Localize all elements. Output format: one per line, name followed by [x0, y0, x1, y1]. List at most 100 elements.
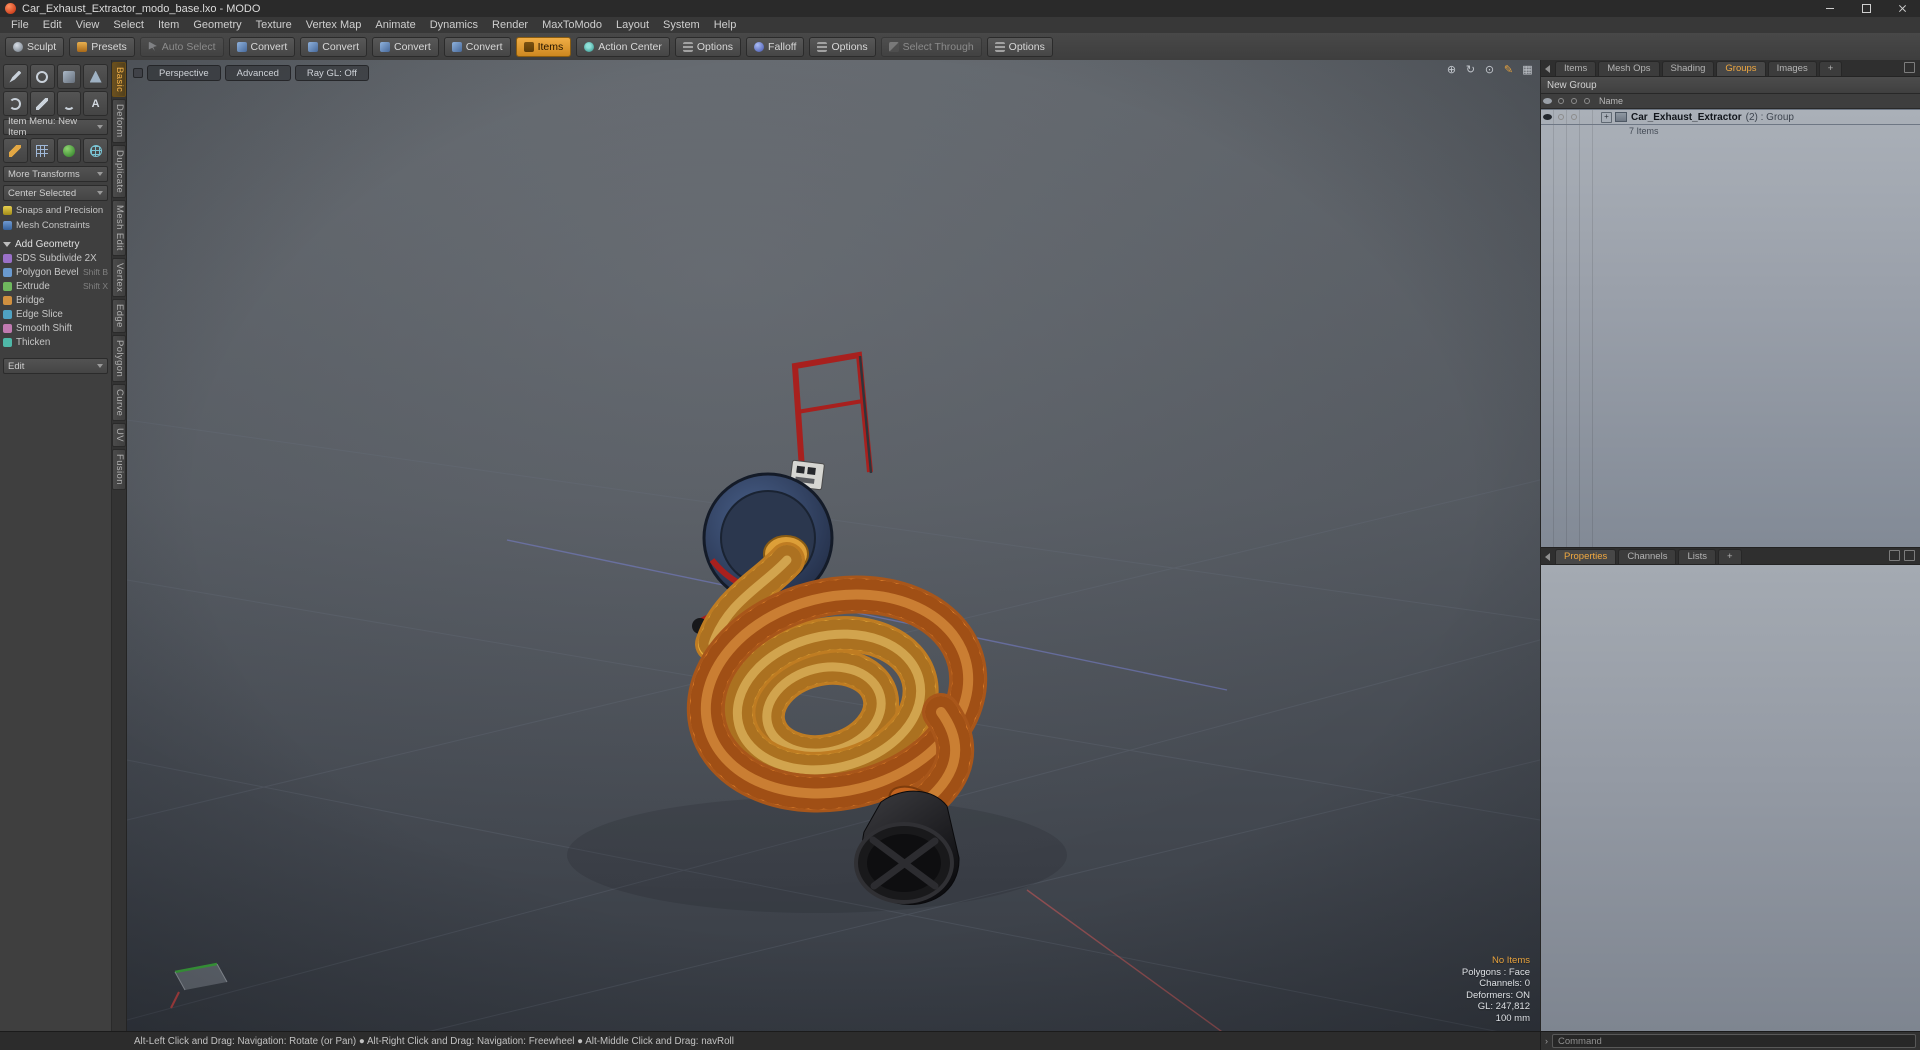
- toolbar-button[interactable]: Auto Select: [139, 36, 224, 57]
- tool-list-item[interactable]: Extrude Shift X: [3, 279, 108, 293]
- sphere-item-button[interactable]: [56, 138, 82, 163]
- viewport-mode-button[interactable]: Advanced: [224, 65, 291, 81]
- panel-gear-icon[interactable]: [1904, 550, 1915, 561]
- panel-tab[interactable]: Groups: [1716, 61, 1766, 76]
- panel-tab[interactable]: Images: [1767, 61, 1817, 76]
- toolbar-button[interactable]: Falloff: [746, 36, 805, 57]
- wire-sphere-item-button[interactable]: [83, 138, 108, 163]
- toolbox-tab[interactable]: Mesh Edit: [112, 200, 126, 256]
- menu-item[interactable]: Help: [707, 17, 744, 33]
- panel-tab[interactable]: Properties: [1555, 549, 1617, 564]
- tool-list-item[interactable]: Bridge: [3, 293, 108, 307]
- toolbar-button[interactable]: Select Through: [880, 36, 982, 57]
- toolbox-tab[interactable]: Curve: [112, 384, 126, 422]
- toolbar-button[interactable]: Convert: [372, 36, 439, 57]
- add-geometry-header[interactable]: Add Geometry: [3, 238, 108, 251]
- tool-list-item[interactable]: Thicken: [3, 335, 108, 349]
- plane-item-button[interactable]: [29, 138, 55, 163]
- toolbox-tab[interactable]: Fusion: [112, 449, 126, 491]
- mesh-constraints-button[interactable]: Mesh Constraints: [3, 219, 108, 232]
- menu-item[interactable]: Vertex Map: [299, 17, 369, 33]
- tab-scroll-left-icon[interactable]: [1545, 65, 1550, 73]
- snaps-precision-button[interactable]: Snaps and Precision: [3, 204, 108, 217]
- panel-tab[interactable]: Lists: [1678, 549, 1716, 564]
- menu-item[interactable]: Geometry: [186, 17, 248, 33]
- tab-scroll-left-icon[interactable]: [1545, 553, 1550, 561]
- toolbox-tab[interactable]: Basic: [112, 62, 126, 98]
- rotate-view-icon[interactable]: ↻: [1464, 63, 1477, 77]
- render-column-icon[interactable]: [1554, 98, 1567, 104]
- toolbar-button[interactable]: Convert: [300, 36, 368, 57]
- menu-item[interactable]: Animate: [368, 17, 422, 33]
- toolbox-tab[interactable]: Polygon: [112, 334, 126, 383]
- sketch-tool-button[interactable]: [29, 91, 55, 116]
- menu-item[interactable]: Render: [485, 17, 535, 33]
- edit-dropdown[interactable]: Edit: [3, 358, 108, 374]
- viewport-menu-icon[interactable]: [133, 68, 143, 78]
- menu-item[interactable]: Dynamics: [423, 17, 485, 33]
- menu-item[interactable]: System: [656, 17, 707, 33]
- panel-tab[interactable]: Channels: [1618, 549, 1677, 564]
- tool-list-item[interactable]: SDS Subdivide 2X: [3, 251, 108, 265]
- command-prompt-icon[interactable]: ›: [1545, 1036, 1548, 1046]
- tool-list-item[interactable]: Edge Slice: [3, 307, 108, 321]
- expander-icon[interactable]: +: [1601, 111, 1612, 123]
- tool-list-item[interactable]: Polygon Bevel Shift B: [3, 265, 108, 279]
- text-tool-button[interactable]: A: [83, 91, 108, 116]
- menu-item[interactable]: Item: [151, 17, 186, 33]
- menu-item[interactable]: Edit: [36, 17, 69, 33]
- more-transforms-dropdown[interactable]: More Transforms: [3, 166, 108, 182]
- panel-expand-icon[interactable]: [1889, 550, 1900, 561]
- toolbox-tab[interactable]: Vertex: [112, 257, 126, 298]
- lock-toggle[interactable]: [1567, 114, 1580, 120]
- group-row[interactable]: + Car_Exhaust_Extractor (2) : Group: [1541, 109, 1920, 125]
- pen-tool-button[interactable]: [3, 64, 28, 89]
- cube-tool-button[interactable]: [56, 64, 82, 89]
- render-toggle[interactable]: [1554, 114, 1567, 120]
- panel-tab[interactable]: +: [1718, 549, 1742, 564]
- lock-column-icon[interactable]: [1567, 98, 1580, 104]
- ellipse-tool-button[interactable]: [29, 64, 55, 89]
- toolbar-button[interactable]: Presets: [69, 36, 135, 57]
- minimize-button[interactable]: [1812, 0, 1848, 17]
- toolbar-button[interactable]: Options: [986, 36, 1053, 57]
- menu-item[interactable]: Select: [106, 17, 151, 33]
- viewport-canvas[interactable]: [127, 60, 1540, 1032]
- toolbar-button[interactable]: Items: [515, 36, 572, 57]
- toolbox-tab[interactable]: Edge: [112, 299, 126, 333]
- zoom-view-icon[interactable]: ⊙: [1483, 63, 1496, 77]
- draw-overlay-icon[interactable]: ✎: [1502, 63, 1515, 77]
- cone-tool-button[interactable]: [83, 64, 108, 89]
- filter-column-icon[interactable]: [1580, 98, 1593, 104]
- pencil-item-button[interactable]: [3, 138, 28, 163]
- panel-tab[interactable]: +: [1818, 61, 1843, 76]
- panel-tab[interactable]: Mesh Ops: [1598, 61, 1660, 76]
- visibility-column-icon[interactable]: [1541, 98, 1554, 104]
- toolbar-button[interactable]: Options: [809, 36, 876, 57]
- toolbox-tab[interactable]: Deform: [112, 99, 126, 143]
- menu-item[interactable]: Texture: [249, 17, 299, 33]
- toolbox-tab[interactable]: Duplicate: [112, 144, 126, 198]
- close-button[interactable]: [1884, 0, 1920, 17]
- tool-list-item[interactable]: Smooth Shift: [3, 321, 108, 335]
- toolbar-button[interactable]: Convert: [443, 36, 511, 57]
- toolbar-button[interactable]: Sculpt: [5, 36, 65, 57]
- panel-tab[interactable]: Items: [1555, 61, 1597, 76]
- viewport-mode-button[interactable]: Perspective: [147, 65, 221, 81]
- viewport-mode-button[interactable]: Ray GL: Off: [294, 65, 369, 81]
- toolbox-tab[interactable]: UV: [112, 423, 126, 448]
- center-selected-dropdown[interactable]: Center Selected: [3, 185, 108, 201]
- pan-view-icon[interactable]: ⊕: [1445, 63, 1458, 77]
- viewport-3d[interactable]: Perspective Advanced Ray GL: Off ⊕ ↻ ⊙ ✎ ▦ No …: [127, 60, 1540, 1032]
- group-list[interactable]: + Car_Exhaust_Extractor (2) : Group 7 It…: [1541, 109, 1920, 547]
- toolbar-button[interactable]: Action Center: [576, 36, 670, 57]
- menu-item[interactable]: View: [69, 17, 107, 33]
- toolbar-button[interactable]: Options: [674, 36, 742, 57]
- menu-item[interactable]: MaxToModo: [535, 17, 609, 33]
- menu-item[interactable]: Layout: [609, 17, 656, 33]
- maximize-button[interactable]: [1848, 0, 1884, 17]
- item-menu-dropdown[interactable]: Item Menu: New Item: [3, 116, 108, 138]
- spiral-tool-button[interactable]: [3, 91, 28, 116]
- panel-expand-icon[interactable]: [1904, 62, 1915, 73]
- new-group-button[interactable]: New Group: [1541, 77, 1920, 94]
